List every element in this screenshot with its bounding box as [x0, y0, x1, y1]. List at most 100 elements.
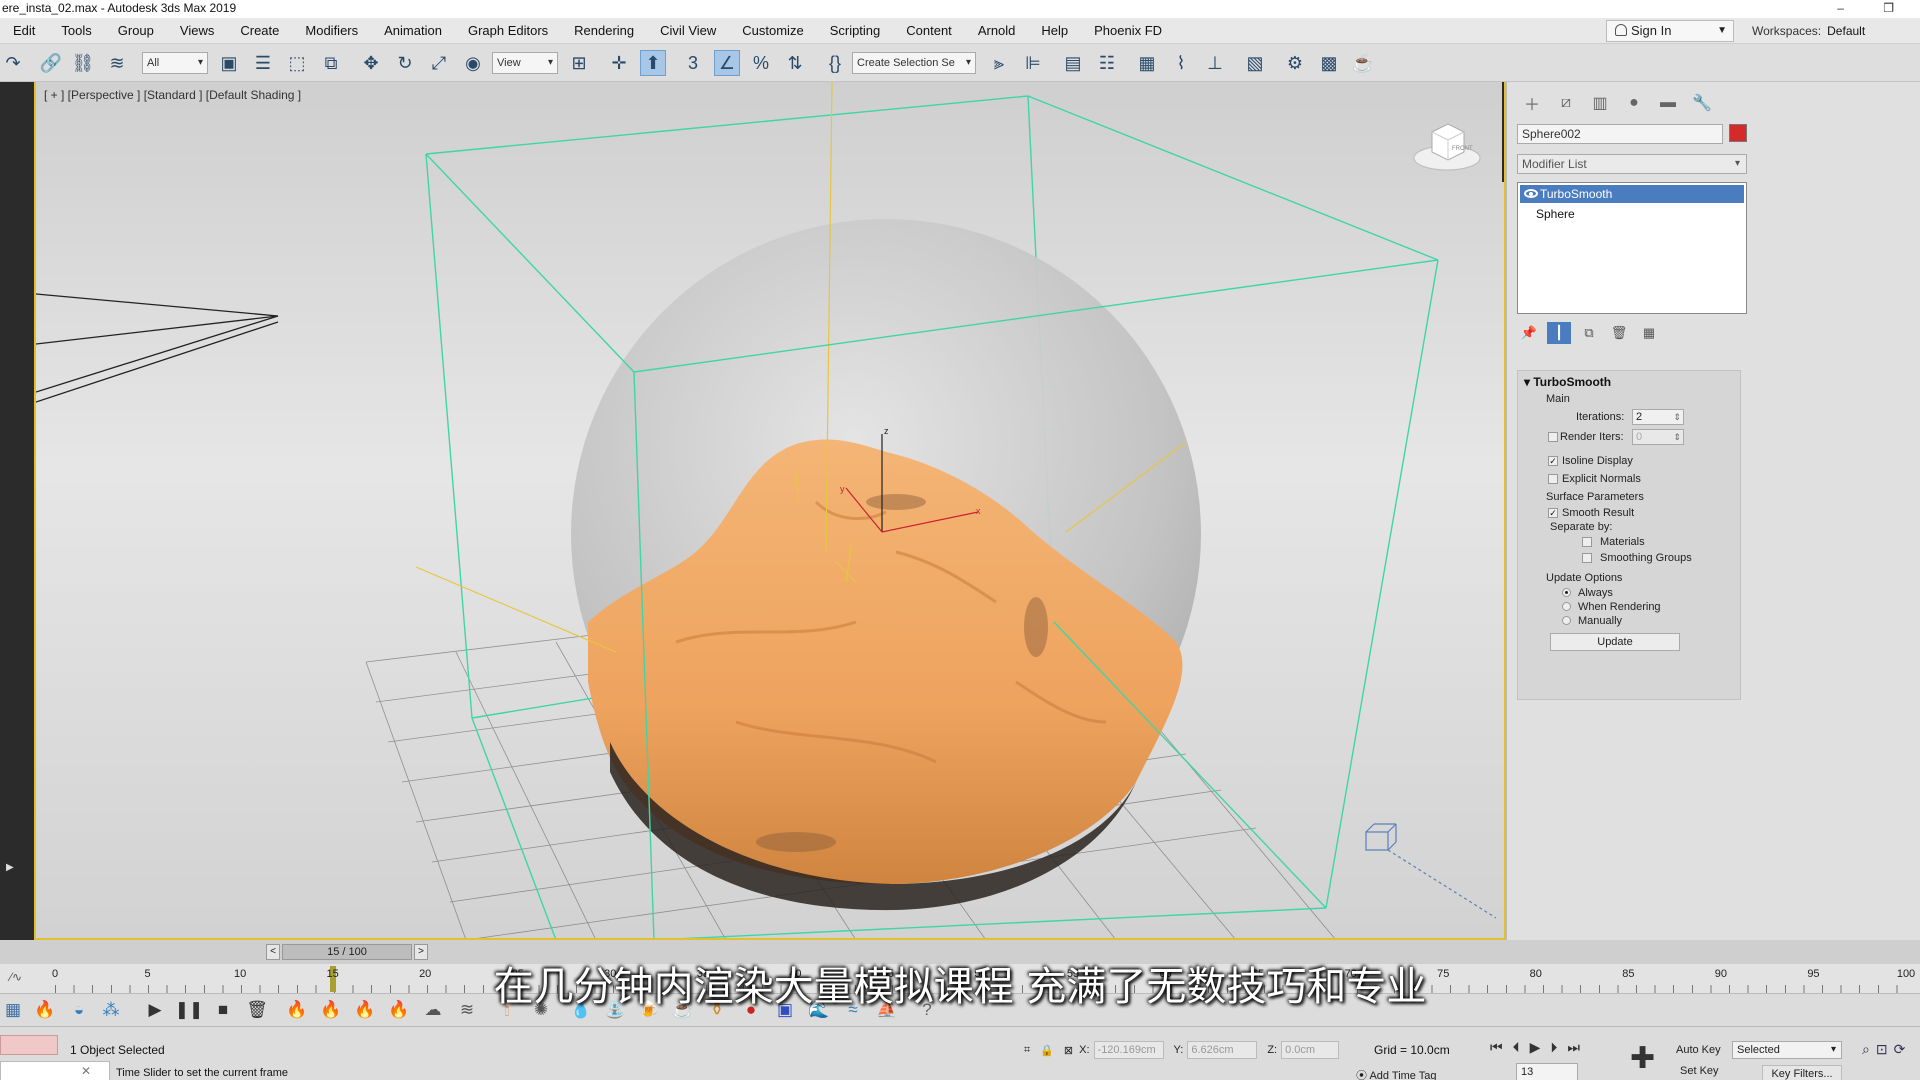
select-object-icon[interactable]: ▣ [216, 50, 242, 76]
render-iters-checkbox[interactable] [1548, 432, 1558, 442]
particles-icon[interactable]: ⁂ [98, 998, 124, 1022]
candle-icon[interactable]: 🕯 [494, 998, 520, 1022]
curve-editor-mini-icon[interactable]: ⁄∿ [10, 970, 22, 984]
sign-in-button[interactable]: Sign In ▼ [1606, 20, 1734, 42]
menu-animation[interactable]: Animation [371, 23, 455, 38]
scale-icon[interactable]: ⤢ [426, 50, 452, 76]
manipulate-icon[interactable]: ✛ [606, 50, 632, 76]
maxscript-listener[interactable] [0, 1035, 58, 1055]
menu-civil-view[interactable]: Civil View [647, 23, 729, 38]
time-slider[interactable]: 15 / 100 [282, 944, 412, 960]
utilities-tab-icon[interactable]: 🔧 [1685, 92, 1719, 114]
menu-graph-editors[interactable]: Graph Editors [455, 23, 561, 38]
pour-icon[interactable]: ⛲ [602, 998, 628, 1022]
zoom-icon[interactable]: ⌕ [1862, 1041, 1870, 1058]
rotate-icon[interactable]: ↻ [392, 50, 418, 76]
ribbon-icon[interactable]: ▦ [1134, 50, 1160, 76]
configure-modifier-sets-icon[interactable]: ▦ [1637, 322, 1661, 344]
next-frame-icon[interactable]: ⏵ [1550, 1039, 1557, 1056]
z-coordinate-field[interactable]: 0.0cm [1281, 1041, 1340, 1059]
help-icon[interactable]: ? [914, 998, 940, 1022]
manually-radio[interactable] [1562, 616, 1571, 625]
key-mode-dropdown[interactable]: Selected [1732, 1041, 1842, 1059]
viewport-label[interactable]: [ + ] [Perspective ] [Standard ] [Defaul… [44, 88, 301, 102]
select-by-name-icon[interactable]: ☰ [250, 50, 276, 76]
named-selection-dropdown[interactable]: Create Selection Se [852, 52, 976, 74]
place-icon[interactable]: ◉ [460, 50, 486, 76]
menu-views[interactable]: Views [167, 23, 227, 38]
workspaces-selector[interactable]: Workspaces: Default [1752, 18, 1865, 44]
fire-large-icon[interactable]: 🔥 [352, 998, 378, 1022]
modify-tab-icon[interactable]: ⧄ [1549, 92, 1583, 114]
x-coordinate-field[interactable]: -120.169cm [1093, 1041, 1164, 1059]
stack-item-sphere[interactable]: Sphere [1518, 205, 1746, 223]
go-to-start-icon[interactable]: ⏮ [1490, 1039, 1503, 1056]
hierarchy-tab-icon[interactable]: ▥ [1583, 92, 1617, 114]
menu-edit[interactable]: Edit [0, 23, 48, 38]
object-color-swatch[interactable] [1729, 124, 1747, 142]
maxscript-mini-field[interactable]: ✕ [0, 1061, 110, 1080]
play-icon[interactable]: ▶ [142, 998, 168, 1022]
track-bar[interactable]: ⁄∿ 0 5 10 15 20 25 30 35 40 45 50 55 60 65 70 75 80 85 90 9… [0, 964, 1920, 994]
y-coordinate-field[interactable]: 6.626cm [1187, 1041, 1258, 1059]
scene-explorer-icon[interactable]: ▤ [1060, 50, 1086, 76]
render-production-icon[interactable]: ☕ [1350, 50, 1376, 76]
edit-named-selection-icon[interactable]: {} [822, 50, 848, 76]
time-slider-prev-arrow[interactable]: < [266, 944, 280, 960]
zoom-all-icon[interactable]: ⊡ [1876, 1041, 1888, 1058]
menu-content[interactable]: Content [893, 23, 965, 38]
ship-icon[interactable]: ⛵ [874, 998, 900, 1022]
spinner-snap-icon[interactable]: ⇅ [782, 50, 808, 76]
go-to-end-icon[interactable]: ⏭ [1567, 1039, 1580, 1056]
close-icon[interactable]: ✕ [81, 1064, 91, 1078]
viewcube-shape[interactable]: FRONT [1412, 118, 1482, 174]
update-button[interactable]: Update [1550, 633, 1680, 651]
pivot-center-icon[interactable]: ⊞ [566, 50, 592, 76]
pause-icon[interactable]: ❚❚ [175, 998, 204, 1022]
smoothing-groups-checkbox[interactable] [1582, 553, 1592, 563]
rendered-frame-window-icon[interactable]: ▩ [1316, 50, 1342, 76]
auto-key-button[interactable]: Auto Key [1676, 1041, 1726, 1059]
show-end-result-icon[interactable]: ┃ [1547, 322, 1571, 344]
render-iters-spinner[interactable]: 0 [1632, 429, 1684, 445]
when-rendering-radio[interactable] [1562, 602, 1571, 611]
orbit-icon[interactable]: ⟳ [1894, 1041, 1906, 1058]
grid-icon[interactable]: ▦ [0, 998, 26, 1022]
delete-cache-icon[interactable]: 🗑 [244, 998, 270, 1022]
pin-stack-icon[interactable]: 📌 [1517, 322, 1541, 344]
sparks-icon[interactable]: ✺ [528, 998, 554, 1022]
percent-snap-icon[interactable]: % [748, 50, 774, 76]
display-tab-icon[interactable]: ▬ [1651, 92, 1685, 114]
menu-rendering[interactable]: Rendering [561, 23, 647, 38]
render-setup-icon[interactable]: ⚙ [1282, 50, 1308, 76]
lock-icon[interactable]: 🔒 [1040, 1044, 1054, 1057]
always-radio[interactable] [1562, 588, 1571, 597]
liquid-source-icon[interactable]: 💧 [568, 998, 594, 1022]
menu-modifiers[interactable]: Modifiers [292, 23, 371, 38]
reference-coordinate-dropdown[interactable]: View [492, 52, 558, 74]
curve-editor-icon[interactable]: ⌇ [1168, 50, 1194, 76]
perspective-viewport[interactable]: [ + ] [Perspective ] [Standard ] [Defaul… [34, 82, 1506, 940]
wind-icon[interactable]: ≋ [454, 998, 480, 1022]
fire-fuel-icon[interactable]: 🔥 [386, 998, 412, 1022]
fire-icon[interactable]: 🔥 [32, 998, 58, 1022]
menu-group[interactable]: Group [105, 23, 167, 38]
time-slider-next-arrow[interactable]: > [414, 944, 428, 960]
fire-preset-icon[interactable]: 🔥 [318, 998, 344, 1022]
smoke-icon[interactable]: ☁ [420, 998, 446, 1022]
liquid-icon[interactable]: ◒ [66, 998, 92, 1022]
expand-arrow-icon[interactable]: ▶ [6, 862, 14, 873]
make-unique-icon[interactable]: ⧉ [1577, 322, 1601, 344]
previous-frame-icon[interactable]: ⏴ [1513, 1039, 1520, 1056]
redo-icon[interactable]: ↷ [0, 50, 26, 76]
explicit-normals-checkbox[interactable] [1548, 474, 1558, 484]
mirror-icon[interactable]: ⫸ [986, 50, 1012, 76]
paint-icon[interactable]: ● [738, 998, 764, 1022]
move-icon[interactable]: ✥ [358, 50, 384, 76]
fire-source-icon[interactable]: 🔥 [284, 998, 310, 1022]
create-tab-icon[interactable]: ＋ [1515, 92, 1549, 114]
remove-modifier-icon[interactable]: 🗑 [1607, 322, 1631, 344]
schematic-view-icon[interactable]: ⊥ [1202, 50, 1228, 76]
align-icon[interactable]: ⊫ [1020, 50, 1046, 76]
rollout-header[interactable]: ▾ TurboSmooth [1524, 375, 1611, 389]
